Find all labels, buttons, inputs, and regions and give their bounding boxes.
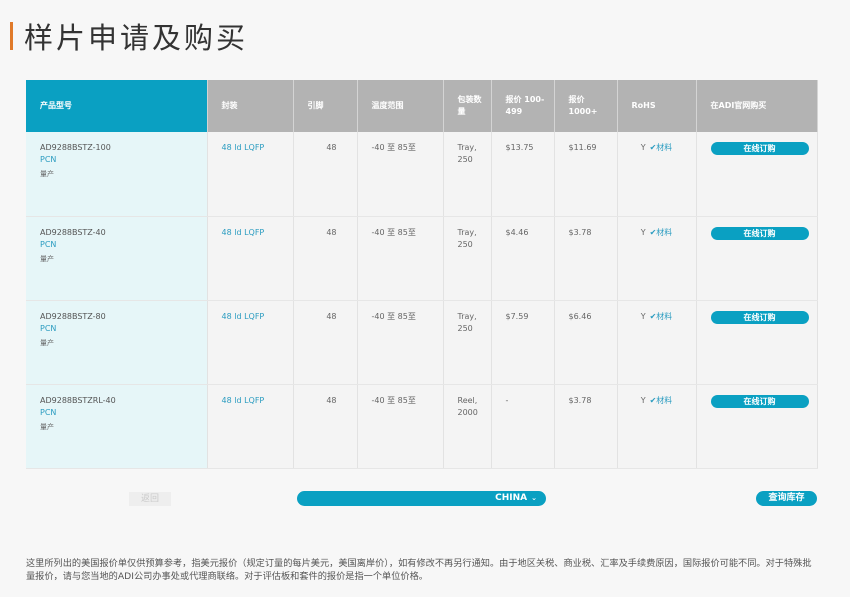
package-cell: 48 ld LQFP [207,216,294,301]
temp-cell: -40 至 85至 [357,300,444,385]
buy-cell: 在线订购 [696,384,818,469]
rohs-value: Y [640,143,646,152]
pcn-link[interactable]: PCN [40,323,199,335]
packing-cell: Tray, 250 [443,216,492,301]
price-100-499-cell: $7.59 [491,300,555,385]
material-link[interactable]: 材料 [656,396,672,405]
packing-cell: Reel, 2000 [443,384,492,469]
page-header: 样片申请及购买 [10,15,248,57]
buy-online-button[interactable]: 在线订购 [710,142,809,155]
material-link[interactable]: 材料 [656,228,672,237]
status-text: 量产 [40,422,54,431]
package-link[interactable]: 48 ld LQFP [222,312,265,321]
status-text: 量产 [40,254,54,263]
model-cell: AD9288BSTZ-100 PCN 量产 [26,132,208,217]
rohs-value: Y [640,311,646,321]
package-cell: 48 ld LQFP [207,132,294,217]
header-price-100-499[interactable]: 报价 100-499 [491,80,555,132]
check-inventory-button[interactable]: 查询库存 [756,491,817,506]
price-100-499-cell: - [491,384,555,469]
rohs-cell: Y ✔材料 [617,216,697,301]
packing-cell: Tray, 250 [443,132,492,217]
model-cell: AD9288BSTZRL-40 PCN 量产 [26,384,208,469]
product-table: 产品型号 封装 引脚 温度范围 包装数量 报价 100-499 报价 1000+… [26,80,818,469]
model-number: AD9288BSTZ-80 [40,311,106,321]
rohs-cell: Y ✔材料 [617,300,697,385]
price-1000-cell: $6.46 [554,300,618,385]
material-link[interactable]: 材料 [656,143,672,152]
header-price-1000[interactable]: 报价 1000+ [554,80,618,132]
buy-online-button[interactable]: 在线订购 [710,394,809,408]
model-number: AD9288BSTZRL-40 [40,395,116,405]
package-link[interactable]: 48 ld LQFP [222,143,265,152]
pricing-footnote: 这里所列出的美国报价单仅供预算参考，指美元报价（规定订量的每片美元，美国离岸价）… [26,558,812,582]
header-rohs[interactable]: RoHS [617,80,697,132]
price-1000-cell: $11.69 [554,132,618,217]
pcn-link[interactable]: PCN [40,239,199,251]
packing-cell: Tray, 250 [443,300,492,385]
status-text: 量产 [40,338,54,347]
header-package[interactable]: 封装 [207,80,294,132]
header-buy-adi: 在ADI官网购买 [696,80,818,132]
pcn-link[interactable]: PCN [40,154,199,166]
chevron-down-icon: ⌄ [531,494,537,502]
buy-online-button[interactable]: 在线订购 [710,226,809,240]
title-accent-bar [10,22,13,50]
rohs-cell: Y ✔材料 [617,384,697,469]
buy-cell: 在线订购 [696,216,818,301]
model-number: AD9288BSTZ-40 [40,227,106,237]
header-model[interactable]: 产品型号 [26,80,208,132]
status-text: 量产 [40,170,54,178]
material-link[interactable]: 材料 [656,312,672,321]
table-header-row: 产品型号 封装 引脚 温度范围 包装数量 报价 100-499 报价 1000+… [26,80,818,132]
country-value: CHINA [495,493,528,503]
price-100-499-cell: $4.46 [491,216,555,301]
package-cell: 48 ld LQFP [207,384,294,469]
price-1000-cell: $3.78 [554,384,618,469]
table-row: AD9288BSTZ-40 PCN 量产 48 ld LQFP 48 -40 至… [26,216,818,301]
back-button[interactable]: 返回 [129,492,171,506]
table-row: AD9288BSTZ-80 PCN 量产 48 ld LQFP 48 -40 至… [26,300,818,385]
buy-cell: 在线订购 [696,300,818,385]
pins-cell: 48 [293,384,358,469]
buy-online-button[interactable]: 在线订购 [710,310,809,324]
temp-cell: -40 至 85至 [357,384,444,469]
rohs-value: Y [640,227,646,237]
price-100-499-cell: $13.75 [491,132,555,217]
country-select[interactable]: CHINA ⌄ [297,491,546,506]
table-row: AD9288BSTZRL-40 PCN 量产 48 ld LQFP 48 -40… [26,384,818,469]
pins-cell: 48 [293,216,358,301]
price-1000-cell: $3.78 [554,216,618,301]
page-title: 样片申请及购买 [24,21,249,55]
package-link[interactable]: 48 ld LQFP [222,228,265,237]
rohs-cell: Y ✔材料 [617,132,697,217]
pins-cell: 48 [293,132,358,217]
buy-cell: 在线订购 [696,132,818,217]
pins-cell: 48 [293,300,358,385]
temp-cell: -40 至 85至 [357,216,444,301]
model-cell: AD9288BSTZ-80 PCN 量产 [26,300,208,385]
rohs-value: Y [640,395,646,405]
header-packing-qty[interactable]: 包装数量 [443,80,492,132]
model-cell: AD9288BSTZ-40 PCN 量产 [26,216,208,301]
pcn-link[interactable]: PCN [40,407,199,419]
header-pins[interactable]: 引脚 [293,80,358,132]
temp-cell: -40 至 85至 [357,132,444,217]
header-temp-range[interactable]: 温度范围 [357,80,444,132]
package-cell: 48 ld LQFP [207,300,294,385]
package-link[interactable]: 48 ld LQFP [222,396,265,405]
table-row: AD9288BSTZ-100 PCN 量产 48 ld LQFP 48 -40 … [26,132,818,217]
model-number: AD9288BSTZ-100 [40,143,111,152]
